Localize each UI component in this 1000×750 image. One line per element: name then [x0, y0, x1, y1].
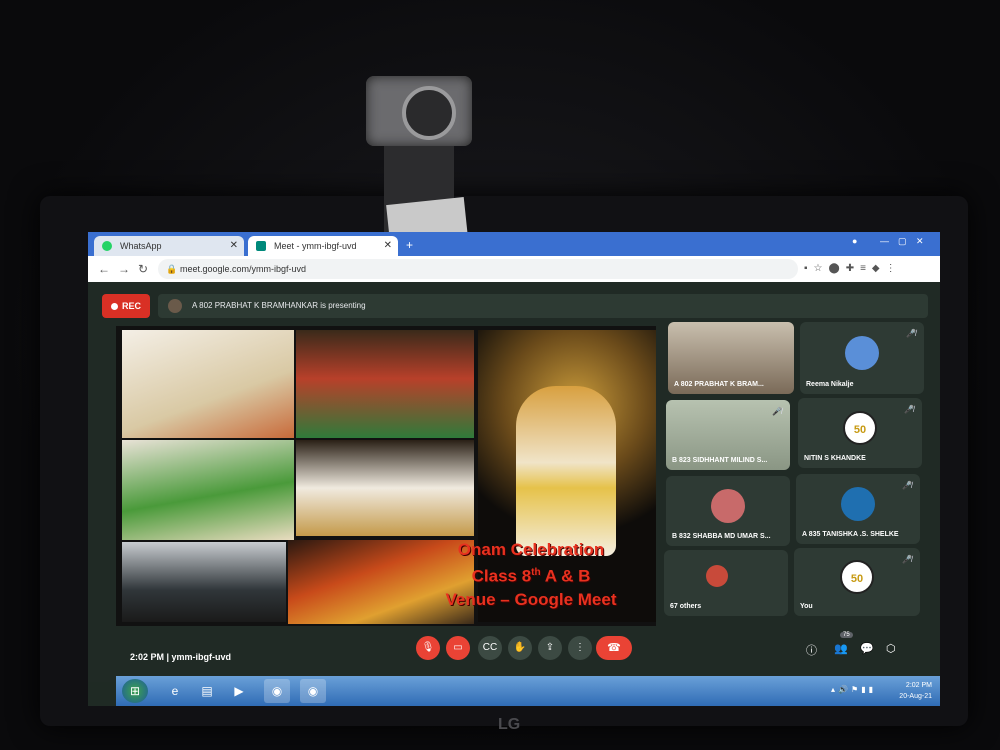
slide-title: Onam Celebration	[457, 540, 605, 559]
meet-icon	[256, 241, 266, 251]
presenting-text: A 802 PRABHAT K BRAMHANKAR is presenting	[192, 301, 366, 310]
tab-label: Meet - ymm-ibgf-uvd	[274, 241, 357, 251]
participant-tile[interactable]: A 802 PRABHAT K BRAM...	[668, 322, 794, 394]
webcam-lens	[402, 86, 456, 140]
tab-whatsapp[interactable]: WhatsApp ✕	[94, 236, 244, 256]
chrome-window-icon[interactable]: ◉	[300, 679, 326, 703]
media-player-icon[interactable]: ▶	[226, 679, 252, 703]
close-icon[interactable]: ✕	[230, 236, 238, 256]
captions-button[interactable]: CC	[478, 636, 502, 660]
tab-meet[interactable]: Meet - ymm-ibgf-uvd ✕	[248, 236, 398, 256]
mic-off-icon: 🎤̸	[902, 555, 912, 564]
address-bar-row: ← → ↻ 🔒 meet.google.com/ymm-ibgf-uvd ▪☆⬤…	[88, 256, 940, 283]
participant-name: NITIN S KHANDKE	[804, 455, 866, 462]
more-options-button[interactable]: ⋮	[568, 636, 592, 660]
mic-off-icon: 🎤̸	[904, 405, 914, 414]
photo-kathakali	[296, 330, 474, 438]
internet-explorer-icon[interactable]: e	[162, 679, 188, 703]
meeting-time-code: 2:02 PM | ymm-ibgf-uvd	[130, 652, 232, 662]
system-clock[interactable]: 2:02 PM 20-Aug-21	[899, 680, 932, 702]
participant-tile[interactable]: 🎤̸ Reema Nikalje	[800, 322, 924, 394]
presenter-bar: A 802 PRABHAT K BRAMHANKAR is presenting	[158, 294, 928, 318]
webcam	[366, 76, 472, 246]
people-icon[interactable]: 👥	[834, 642, 848, 655]
meet-controls-bar: 2:02 PM | ymm-ibgf-uvd 🎙 ▭ CC ✋ ⇪ ⋮ ☎ ⓘ …	[88, 624, 940, 682]
monitor-screen: WhatsApp ✕ Meet - ymm-ibgf-uvd ✕ + ● — ▢…	[88, 232, 940, 706]
back-icon[interactable]: ←	[98, 262, 110, 276]
reload-icon[interactable]: ↻	[138, 262, 148, 276]
present-button[interactable]: ⇪	[538, 636, 562, 660]
camera-off-button[interactable]: ▭	[446, 636, 470, 660]
avatar	[841, 487, 875, 521]
avatar	[711, 489, 745, 523]
participant-name: A 802 PRABHAT K BRAM...	[674, 381, 764, 388]
mic-off-button[interactable]: 🎙	[416, 636, 440, 660]
maximize-icon[interactable]: ▢	[898, 236, 912, 246]
mic-off-icon: 🎤̸	[772, 407, 782, 416]
photo-pookalam	[122, 330, 294, 438]
meet-window: REC A 802 PRABHAT K BRAMHANKAR is presen…	[88, 282, 940, 682]
rec-label: REC	[121, 301, 141, 311]
participant-name: B 823 SIDHHANT MILIND S...	[672, 457, 768, 464]
class-suffix: th	[531, 567, 541, 578]
photo-boat-race	[122, 542, 286, 622]
participant-tile[interactable]: 🎤̸ B 823 SIDHHANT MILIND S...	[666, 400, 790, 470]
forward-icon[interactable]: →	[118, 262, 130, 276]
slide-caption: Onam Celebration Class 8th A & B Venue –…	[406, 538, 656, 611]
participant-tile-others[interactable]: 67 others	[664, 550, 788, 616]
participant-name: B 832 SHABBA MD UMAR S...	[672, 533, 771, 540]
people-count-badge: 75	[840, 632, 853, 638]
info-icon[interactable]: ⓘ	[806, 642, 817, 658]
slide-class-line: Class 8th A & B	[406, 561, 656, 588]
participant-name: A 835 TANISHKA .S. SHELKE	[802, 531, 899, 538]
tab-label: WhatsApp	[120, 241, 162, 251]
participant-tile[interactable]: 🎤̸ A 835 TANISHKA .S. SHELKE	[796, 474, 920, 544]
anniversary-50-icon: 50	[840, 560, 874, 594]
end-call-button[interactable]: ☎	[596, 636, 632, 660]
monitor-logo: LG	[498, 716, 521, 733]
participant-tile[interactable]: 🎤̸ 50 NITIN S KHANDKE	[798, 398, 922, 468]
class-sections: A & B	[540, 566, 591, 586]
recording-indicator: REC	[102, 294, 150, 318]
system-tray-icons[interactable]: ▴🔊⚑▮▮	[831, 685, 876, 694]
url-text: meet.google.com/ymm-ibgf-uvd	[180, 264, 307, 274]
avatar	[706, 565, 728, 587]
avatar	[845, 336, 879, 370]
slide-venue: Venue – Google Meet	[445, 589, 617, 609]
presenter-avatar	[168, 299, 182, 313]
browser-tab-bar: WhatsApp ✕ Meet - ymm-ibgf-uvd ✕ + ● — ▢…	[88, 232, 940, 256]
file-explorer-icon[interactable]: ▤	[194, 679, 220, 703]
chat-icon[interactable]: 💬	[860, 642, 874, 655]
photo-thiruvathira-dance	[296, 440, 474, 536]
lock-icon: 🔒	[166, 264, 178, 274]
mic-off-icon: 🎤̸	[906, 329, 916, 338]
mic-off-icon: 🎤̸	[902, 481, 912, 490]
photo-onam-sadya	[122, 440, 294, 540]
account-icon[interactable]: ●	[852, 236, 866, 246]
activities-icon[interactable]: ⬡	[886, 642, 896, 655]
chrome-icon[interactable]: ◉	[264, 679, 290, 703]
url-input[interactable]: 🔒 meet.google.com/ymm-ibgf-uvd	[158, 259, 798, 279]
minimize-icon[interactable]: —	[880, 236, 894, 246]
extension-icons[interactable]: ▪☆⬤✚≡◆⋮	[804, 263, 902, 274]
close-icon[interactable]: ✕	[384, 236, 392, 256]
anniversary-50-icon: 50	[843, 411, 877, 445]
clock-date: 20-Aug-21	[899, 693, 932, 700]
record-dot-icon	[110, 303, 118, 311]
participant-name: Reema Nikalje	[806, 381, 854, 388]
clock-time: 2:02 PM	[905, 682, 932, 689]
mahabali-illustration	[516, 386, 616, 556]
participant-name: You	[800, 603, 813, 610]
presentation-slide: Onam Celebration Class 8th A & B Venue –…	[116, 326, 656, 626]
class-text: Class 8	[471, 566, 532, 586]
new-tab-button[interactable]: +	[406, 238, 413, 252]
start-button[interactable]: ⊞	[122, 679, 148, 703]
raise-hand-button[interactable]: ✋	[508, 636, 532, 660]
close-window-icon[interactable]: ✕	[916, 236, 930, 246]
participant-tile-self[interactable]: 🎤̸ 50 You	[794, 548, 920, 616]
whatsapp-icon	[102, 241, 112, 251]
windows-taskbar: ⊞ e ▤ ▶ ◉ ◉ ▴🔊⚑▮▮ 2:02 PM 20-Aug-21	[116, 676, 940, 706]
participant-name: 67 others	[670, 603, 702, 610]
participant-tile[interactable]: B 832 SHABBA MD UMAR S...	[666, 476, 790, 546]
